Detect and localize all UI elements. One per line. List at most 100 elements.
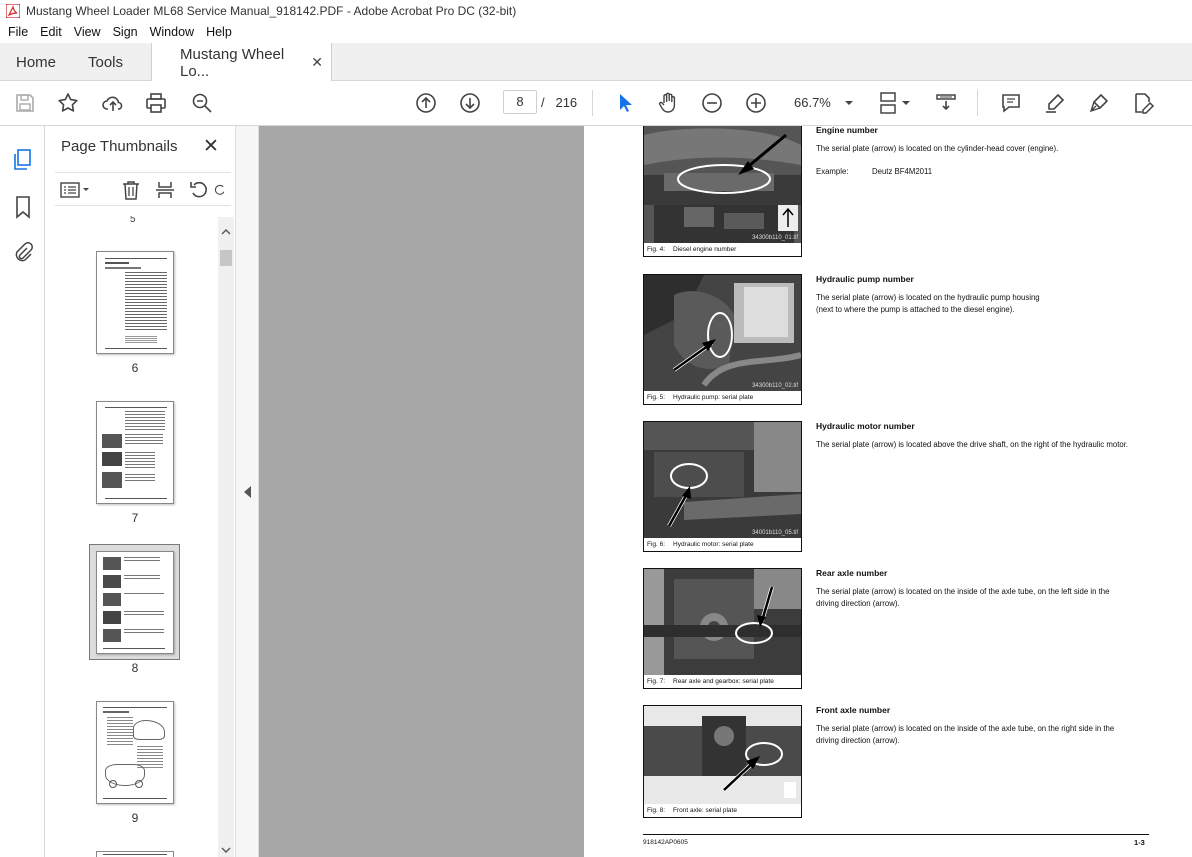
thumbnail-page-9[interactable] bbox=[96, 701, 174, 804]
menu-view[interactable]: View bbox=[68, 22, 107, 43]
panel-splitter[interactable] bbox=[235, 126, 259, 857]
page-thumbnails-panel: Page Thumbnails ✕ 5 6 7 8 9 bbox=[45, 126, 235, 857]
figure-filename: 34001b110_05.tif bbox=[752, 530, 798, 536]
figure-engine: 34300b110_01.tif Fig. 4: Diesel engine nu… bbox=[643, 126, 802, 257]
tab-document-label: Mustang Wheel Lo... bbox=[180, 45, 285, 80]
zoom-select[interactable]: 66.7% bbox=[788, 90, 860, 114]
chevron-down-icon bbox=[844, 95, 854, 110]
section-engine-number: Engine number The serial plate (arrow) i… bbox=[816, 126, 1166, 155]
scroll-mode-icon[interactable] bbox=[933, 90, 959, 116]
figure-hydraulic-pump: 34300b110_02.tif Fig. 5: Hydraulic pump: … bbox=[643, 274, 802, 405]
hand-pan-icon[interactable] bbox=[655, 90, 681, 116]
section-rear-axle-number: Rear axle number The serial plate (arrow… bbox=[816, 568, 1166, 610]
print-icon[interactable] bbox=[143, 90, 169, 116]
thumbnail-options-icon[interactable] bbox=[59, 178, 93, 202]
draw-pen-icon[interactable] bbox=[1086, 90, 1112, 116]
section-heading: Engine number bbox=[816, 126, 878, 135]
zoom-value: 66.7% bbox=[794, 94, 831, 110]
section-hydraulic-motor-number: Hydraulic motor number The serial plate … bbox=[816, 421, 1166, 451]
menu-file[interactable]: File bbox=[2, 22, 34, 43]
figure-caption-text: Hydraulic motor: serial plate bbox=[673, 541, 754, 548]
figure-caption-text: Diesel engine number bbox=[673, 246, 737, 253]
figure-caption: Fig. 6: Hydraulic motor: serial plate bbox=[644, 538, 801, 551]
highlight-pen-icon[interactable] bbox=[1042, 90, 1068, 116]
collapse-panel-icon[interactable] bbox=[244, 486, 251, 498]
acrobat-window: Mustang Wheel Loader ML68 Service Manual… bbox=[0, 0, 1192, 857]
figure-number: Fig. 7: bbox=[647, 678, 666, 685]
tab-document[interactable]: Mustang Wheel Lo... ✕ bbox=[151, 43, 332, 82]
extract-page-icon[interactable] bbox=[153, 178, 177, 202]
page-display-icon[interactable] bbox=[878, 90, 914, 116]
page-thumbnails-icon[interactable] bbox=[10, 147, 36, 173]
window-title: Mustang Wheel Loader ML68 Service Manual… bbox=[26, 4, 517, 18]
example-value: Deutz BF4M2011 bbox=[872, 167, 933, 176]
thumbnail-page-8[interactable] bbox=[96, 551, 174, 654]
tab-home[interactable]: Home bbox=[16, 43, 56, 81]
figure-number: Fig. 4: bbox=[647, 246, 666, 253]
page-up-icon[interactable] bbox=[413, 90, 439, 116]
thumbnail-page-7[interactable] bbox=[96, 401, 174, 504]
section-text: The serial plate (arrow) is located on t… bbox=[816, 724, 1115, 733]
section-text: The serial plate (arrow) is located on t… bbox=[816, 293, 1040, 302]
upload-cloud-icon[interactable] bbox=[100, 90, 126, 116]
zoom-in-icon[interactable] bbox=[743, 90, 769, 116]
rotate-clockwise-icon[interactable] bbox=[213, 178, 227, 202]
example-label: Example: bbox=[816, 167, 849, 176]
document-canvas-background bbox=[259, 126, 584, 857]
engine-photo: 34300b110_01.tif bbox=[644, 126, 801, 243]
save-icon[interactable] bbox=[12, 90, 38, 116]
section-hydraulic-pump-number: Hydraulic pump number The serial plate (… bbox=[816, 274, 1166, 316]
close-tab-icon[interactable]: ✕ bbox=[311, 54, 323, 71]
thumbnail-page-10-partial[interactable] bbox=[96, 851, 174, 857]
section-heading: Hydraulic motor number bbox=[816, 421, 915, 431]
figure-rear-axle: Fig. 7: Rear axle and gearbox: serial pla… bbox=[643, 568, 802, 689]
acrobat-logo-icon bbox=[6, 4, 20, 18]
hydraulic-motor-photo: 34001b110_05.tif bbox=[644, 422, 801, 538]
menu-edit[interactable]: Edit bbox=[34, 22, 68, 43]
section-text: The serial plate (arrow) is located on t… bbox=[816, 144, 1059, 153]
hydraulic-pump-photo: 34300b110_02.tif bbox=[644, 275, 801, 391]
rear-axle-photo bbox=[644, 569, 801, 675]
thumbnail-label-selected: 8 bbox=[131, 661, 139, 675]
footer-document-code: 918142AP0605 bbox=[643, 839, 688, 846]
thumbnail-scrollbar[interactable] bbox=[218, 217, 234, 857]
scroll-down-icon[interactable] bbox=[221, 843, 231, 857]
zoom-out-icon[interactable] bbox=[699, 90, 725, 116]
section-front-axle-number: Front axle number The serial plate (arro… bbox=[816, 705, 1166, 747]
page-number-input[interactable]: 8 bbox=[503, 90, 537, 114]
delete-page-icon[interactable] bbox=[119, 178, 143, 202]
section-heading: Hydraulic pump number bbox=[816, 274, 914, 284]
toolbar bbox=[0, 81, 1192, 126]
comment-icon[interactable] bbox=[998, 90, 1024, 116]
menu-window[interactable]: Window bbox=[144, 22, 200, 43]
section-text: The serial plate (arrow) is located on t… bbox=[816, 587, 1110, 596]
figure-caption-text: Front axle: serial plate bbox=[673, 807, 737, 814]
zoom-search-icon[interactable] bbox=[189, 90, 215, 116]
close-panel-icon[interactable]: ✕ bbox=[203, 135, 219, 158]
select-cursor-icon[interactable] bbox=[612, 90, 638, 116]
fill-sign-icon[interactable] bbox=[1130, 90, 1156, 116]
figure-number: Fig. 5: bbox=[647, 394, 666, 401]
figure-front-axle: Fig. 8: Front axle: serial plate bbox=[643, 705, 802, 818]
total-pages: 216 bbox=[555, 95, 578, 110]
example-line: Example: Deutz BF4M2011 bbox=[816, 167, 932, 176]
scrollbar-thumb[interactable] bbox=[220, 250, 232, 266]
rotate-page-icon[interactable] bbox=[187, 178, 211, 202]
section-heading: Front axle number bbox=[816, 705, 891, 715]
bookmark-icon[interactable] bbox=[10, 194, 36, 220]
star-bookmark-icon[interactable] bbox=[55, 90, 81, 116]
menu-help[interactable]: Help bbox=[200, 22, 238, 43]
figure-filename: 34300b110_02.tif bbox=[752, 383, 798, 389]
menu-sign[interactable]: Sign bbox=[107, 22, 144, 43]
thumbnail-list: 5 6 7 8 9 bbox=[55, 216, 219, 857]
figure-caption-text: Hydraulic pump: serial plate bbox=[673, 394, 754, 401]
thumbnail-label: 9 bbox=[131, 811, 139, 825]
panel-toolbar bbox=[55, 172, 231, 206]
attachment-paperclip-icon[interactable] bbox=[10, 239, 36, 265]
thumbnail-page-6[interactable] bbox=[96, 251, 174, 354]
tab-tools[interactable]: Tools bbox=[88, 43, 123, 81]
front-axle-photo bbox=[644, 706, 801, 804]
page-down-icon[interactable] bbox=[457, 90, 483, 116]
figure-caption-text: Rear axle and gearbox: serial plate bbox=[673, 678, 774, 685]
scroll-up-icon[interactable] bbox=[221, 225, 231, 239]
